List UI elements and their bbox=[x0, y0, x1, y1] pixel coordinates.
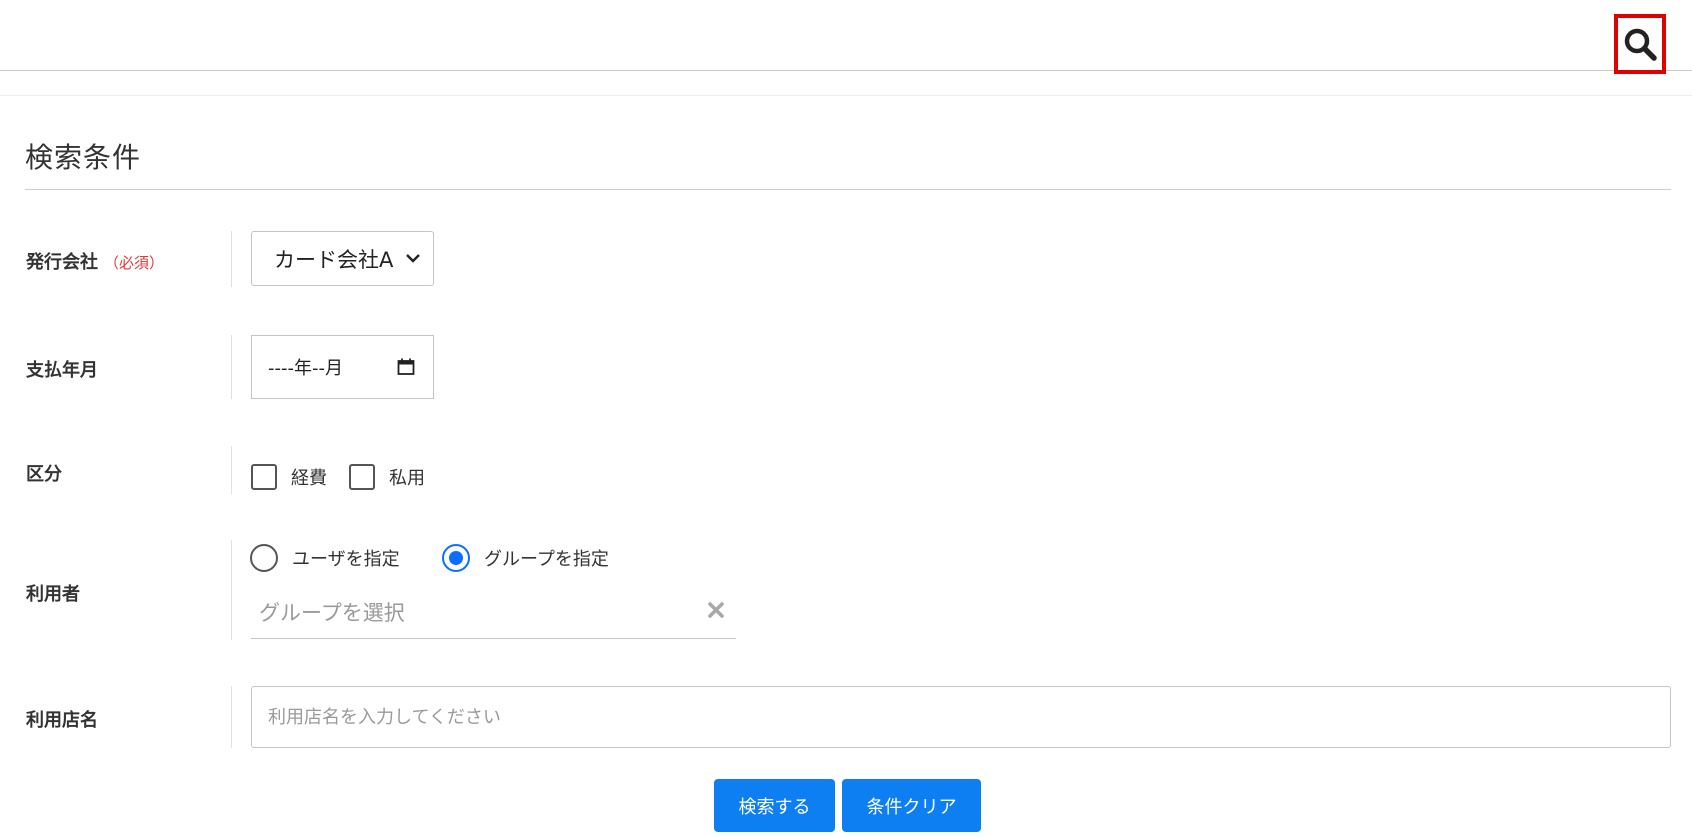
shop-label-text: 利用店名 bbox=[26, 710, 98, 731]
payment-month-value: ----年--月 bbox=[268, 358, 343, 379]
row-divider bbox=[231, 686, 232, 748]
clear-conditions-button[interactable]: 条件クリア bbox=[842, 779, 981, 832]
row-divider bbox=[231, 231, 232, 287]
search-toggle-button[interactable] bbox=[1614, 14, 1666, 74]
shop-name-input[interactable] bbox=[251, 686, 1671, 748]
expense-label: 経費 bbox=[291, 468, 327, 489]
issuer-label-text: 発行会社 bbox=[26, 252, 98, 273]
user-label: 利用者 bbox=[26, 580, 80, 606]
private-checkbox[interactable] bbox=[349, 464, 375, 490]
issuer-label: 発行会社 （必須） bbox=[26, 248, 164, 274]
row-divider bbox=[231, 446, 232, 494]
payment-month-label: 支払年月 bbox=[26, 356, 98, 382]
top-bar bbox=[0, 0, 1692, 71]
issuer-select[interactable]: カード会社A bbox=[251, 231, 434, 286]
chevron-down-icon bbox=[406, 254, 420, 263]
category-label: 区分 bbox=[26, 460, 62, 486]
radio-specify-user[interactable]: ユーザを指定 bbox=[250, 544, 400, 572]
close-icon[interactable] bbox=[708, 602, 724, 618]
checkbox-private[interactable]: 私用 bbox=[349, 464, 425, 490]
specify-group-label: グループを指定 bbox=[484, 549, 609, 570]
payment-month-label-text: 支払年月 bbox=[26, 360, 98, 381]
row-divider bbox=[231, 335, 232, 399]
specify-user-radio[interactable] bbox=[250, 544, 278, 572]
user-label-text: 利用者 bbox=[26, 584, 80, 605]
specify-user-label: ユーザを指定 bbox=[292, 549, 400, 570]
shop-label: 利用店名 bbox=[26, 706, 98, 732]
checkbox-expense[interactable]: 経費 bbox=[251, 464, 327, 490]
specify-group-radio[interactable] bbox=[442, 544, 470, 572]
section-divider bbox=[25, 189, 1671, 190]
category-label-text: 区分 bbox=[26, 464, 62, 485]
payment-month-input[interactable]: ----年--月 bbox=[251, 335, 434, 399]
radio-specify-group[interactable]: グループを指定 bbox=[442, 544, 609, 572]
expense-checkbox[interactable] bbox=[251, 464, 277, 490]
section-title: 検索条件 bbox=[25, 141, 142, 174]
divider bbox=[0, 95, 1692, 96]
group-select-placeholder: グループを選択 bbox=[259, 601, 405, 625]
search-button[interactable]: 検索する bbox=[714, 779, 835, 832]
group-select[interactable]: グループを選択 bbox=[251, 593, 736, 639]
issuer-selected-value: カード会社A bbox=[274, 247, 394, 272]
row-divider bbox=[231, 540, 232, 640]
calendar-icon[interactable] bbox=[397, 358, 415, 376]
required-tag: （必須） bbox=[104, 254, 165, 272]
private-label: 私用 bbox=[389, 468, 425, 489]
search-icon bbox=[1624, 28, 1657, 61]
